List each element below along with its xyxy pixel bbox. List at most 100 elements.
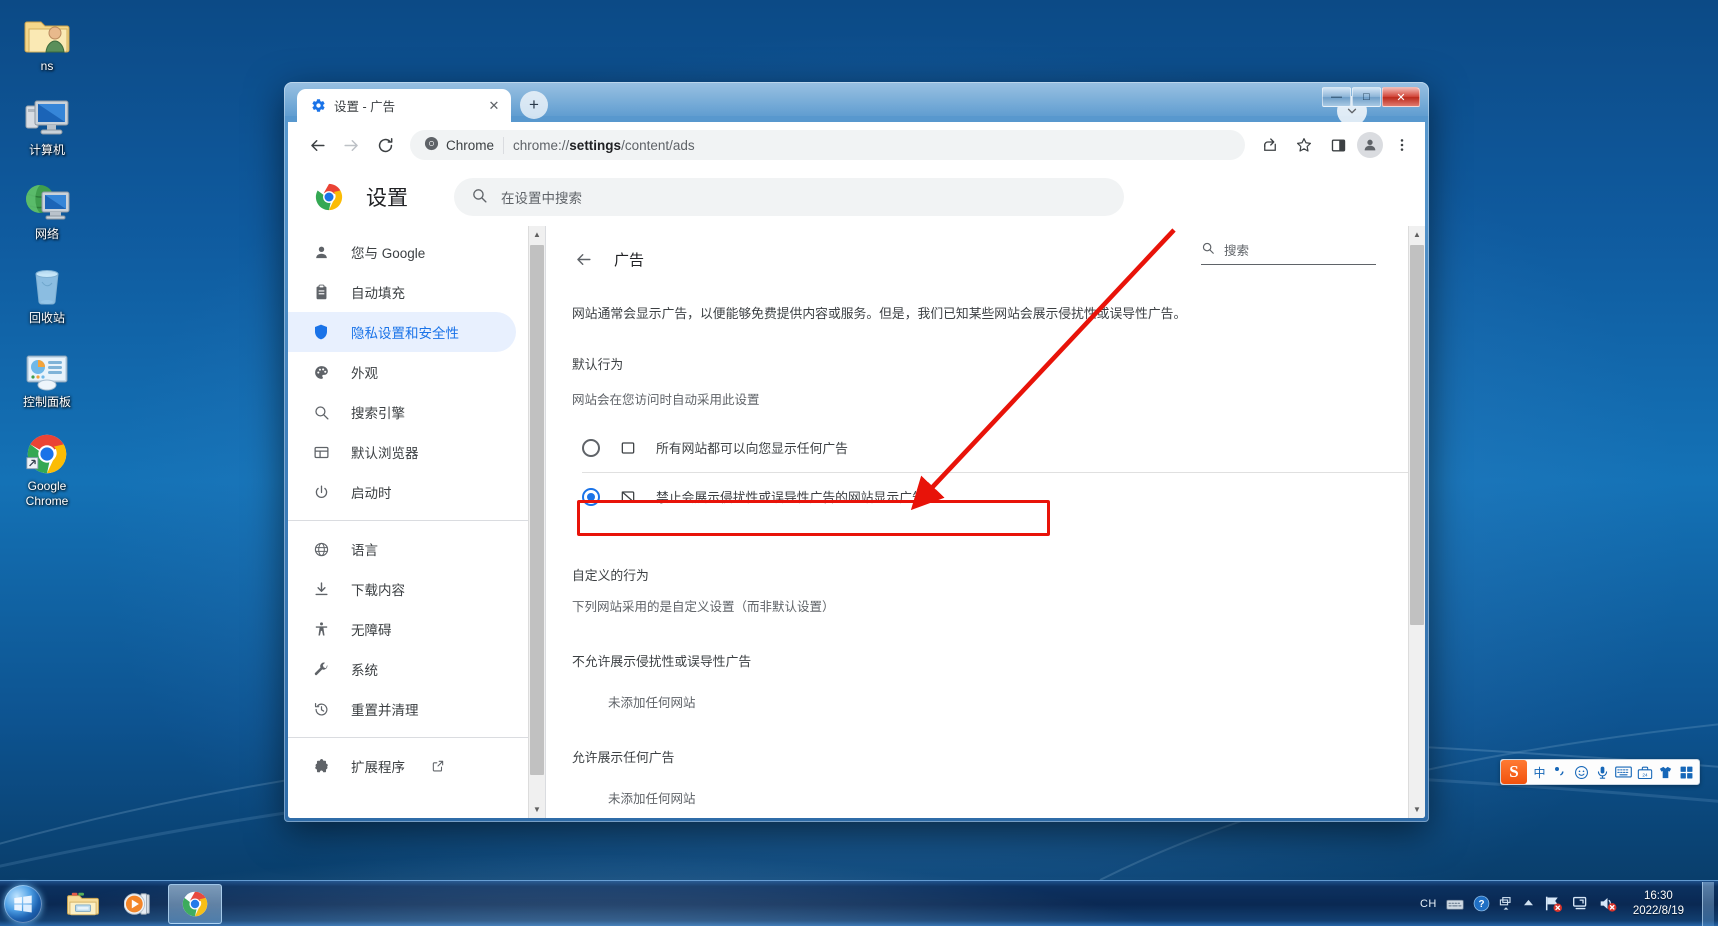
tray-language-indicator[interactable]: CH (1420, 898, 1437, 910)
three-dot-menu-icon[interactable] (1387, 130, 1417, 160)
sidebar-scrollbar[interactable]: ▲ ▼ (528, 226, 545, 818)
sidebar-scroll-area: 您与 Google 自动填充 隐私设置和安全性 外观 搜索引擎 默认浏览器 启动… (288, 226, 528, 818)
sidebar-item-you-and-google[interactable]: 您与 Google (288, 232, 516, 272)
keyboard-tray-icon[interactable] (1446, 897, 1464, 911)
taskbar-quick-launch (56, 883, 222, 924)
smiley-icon[interactable] (1571, 760, 1592, 784)
settings-gear-icon (310, 98, 326, 114)
show-desktop-button[interactable] (1702, 881, 1714, 926)
sidebar-item-label: 扩展程序 (351, 760, 405, 775)
skin-icon[interactable] (1655, 760, 1676, 784)
desktop-icon-label: Google Chrome (25, 479, 69, 508)
sidebar-item-on-startup[interactable]: 启动时 (288, 472, 516, 512)
start-button[interactable] (0, 882, 50, 926)
scroll-down-arrow-icon[interactable]: ▼ (529, 801, 545, 818)
radio-option-label: 所有网站都可以向您显示任何广告 (656, 441, 848, 457)
sidebar-item-label: 您与 Google (351, 246, 426, 261)
allow-group-empty-text: 未添加任何网站 (608, 791, 696, 806)
custom-behavior-heading: 自定义的行为 (572, 567, 649, 583)
sidebar-item-search-engine[interactable]: 搜索引擎 (288, 392, 516, 432)
back-button[interactable] (302, 130, 332, 160)
browser-content: Chrome chrome://settings/content/ads 设置 … (288, 122, 1425, 818)
desktop-icon-computer[interactable]: 计算机 (8, 90, 86, 158)
back-arrow-icon[interactable] (572, 248, 594, 270)
user-folder-icon (8, 6, 86, 56)
scroll-up-arrow-icon[interactable]: ▲ (1409, 226, 1425, 243)
sidebar-item-appearance[interactable]: 外观 (288, 352, 516, 392)
person-icon (311, 242, 331, 262)
new-tab-button[interactable]: + (520, 91, 548, 119)
maximize-button[interactable]: □ (1352, 87, 1381, 107)
minimize-button[interactable]: — (1322, 87, 1351, 107)
clipboard-icon (311, 282, 331, 302)
star-icon[interactable] (1289, 130, 1319, 160)
reload-button[interactable] (370, 130, 400, 160)
browser-tab-settings[interactable]: 设置 - 广告 ✕ (297, 89, 511, 122)
settings-sidebar: 您与 Google 自动填充 隐私设置和安全性 外观 搜索引擎 默认浏览器 启动… (288, 226, 528, 818)
scroll-up-arrow-icon[interactable]: ▲ (529, 226, 545, 243)
desktop-icon-ns[interactable]: ns (8, 6, 86, 74)
shield-icon (311, 322, 331, 342)
help-tray-icon[interactable]: ? (1473, 895, 1490, 912)
content-scrollbar-thumb[interactable] (1410, 245, 1424, 625)
radio-option-allow-all-ads[interactable]: 所有网站都可以向您显示任何广告 (546, 424, 1408, 472)
omnibox-divider (503, 136, 505, 154)
action-center-icon[interactable] (1572, 895, 1589, 912)
sidebar-item-label: 启动时 (351, 486, 392, 501)
desktop-icon-recycle-bin[interactable]: 回收站 (8, 258, 86, 326)
avatar-icon[interactable] (1357, 132, 1383, 158)
taskbar-clock[interactable]: 16:30 2022/8/19 (1626, 889, 1691, 918)
radio-option-block-intrusive-ads[interactable]: 禁止会展示侵扰性或误导性广告的网站显示广告 (582, 471, 1408, 521)
sidebar-item-languages[interactable]: 语言 (288, 529, 516, 569)
chinese-mode-icon[interactable]: 中 (1529, 760, 1550, 784)
sidebar-item-label: 系统 (351, 663, 378, 678)
punctuation-icon[interactable] (1550, 760, 1571, 784)
omnibox-chip-label: Chrome (446, 137, 495, 153)
forward-button[interactable] (336, 130, 366, 160)
side-panel-icon[interactable] (1323, 130, 1353, 160)
scroll-down-arrow-icon[interactable]: ▼ (1409, 801, 1425, 818)
network-error-icon[interactable] (1544, 895, 1563, 912)
sidebar-item-privacy-and-security[interactable]: 隐私设置和安全性 (288, 312, 516, 352)
close-button[interactable]: ✕ (1382, 87, 1420, 107)
toolbox-icon[interactable]: 24 (1634, 760, 1655, 784)
radio-button[interactable] (582, 487, 600, 506)
taskbar-item-explorer[interactable] (56, 884, 110, 924)
sidebar-item-extensions[interactable]: 扩展程序 (288, 746, 516, 786)
palette-icon (311, 362, 331, 382)
clock-time: 16:30 (1644, 890, 1673, 903)
tab-close-icon[interactable]: ✕ (485, 97, 503, 115)
accessibility-icon (311, 619, 331, 639)
volume-mute-icon[interactable] (1598, 895, 1617, 912)
share-icon[interactable] (1255, 130, 1285, 160)
sidebar-item-default-browser[interactable]: 默认浏览器 (288, 432, 516, 472)
desktop-icon-google-chrome[interactable]: Google Chrome (8, 426, 86, 509)
desktop-icon-control-panel[interactable]: 控制面板 (8, 342, 86, 410)
apps-grid-icon[interactable] (1676, 760, 1697, 784)
address-bar[interactable]: Chrome chrome://settings/content/ads (410, 130, 1245, 160)
sidebar-scrollbar-thumb[interactable] (530, 245, 544, 775)
sidebar-item-downloads[interactable]: 下载内容 (288, 569, 516, 609)
content-scrollbar[interactable]: ▲ ▼ (1408, 226, 1425, 818)
desktop-icon-label: 回收站 (28, 311, 65, 325)
show-hidden-icon[interactable] (1522, 899, 1535, 908)
sidebar-item-label: 默认浏览器 (351, 446, 419, 461)
settings-body: 您与 Google 自动填充 隐私设置和安全性 外观 搜索引擎 默认浏览器 启动… (288, 226, 1425, 818)
keyboard-icon[interactable] (1613, 760, 1634, 784)
sidebar-item-system[interactable]: 系统 (288, 649, 516, 689)
radio-button[interactable] (582, 438, 600, 457)
content-search-input[interactable]: 搜索 (1201, 240, 1376, 265)
sidebar-item-autofill[interactable]: 自动填充 (288, 272, 516, 312)
chrome-icon (8, 426, 86, 476)
desktop-icon-network[interactable]: 网络 (8, 174, 86, 242)
microphone-icon[interactable] (1592, 760, 1613, 784)
ads-radio-group: 所有网站都可以向您显示任何广告 禁止会展示侵扰性或误导性广告的网站显示广告 (546, 424, 1408, 521)
sidebar-item-label: 自动填充 (351, 286, 405, 301)
sogou-logo-icon[interactable]: S (1501, 760, 1527, 784)
taskbar-item-media-player[interactable] (112, 884, 166, 924)
monitor-tray-icon[interactable] (1499, 896, 1513, 912)
settings-search-input[interactable]: 在设置中搜索 (454, 177, 1124, 216)
sidebar-item-accessibility[interactable]: 无障碍 (288, 609, 516, 649)
sidebar-item-reset-and-cleanup[interactable]: 重置并清理 (288, 689, 516, 729)
taskbar-item-chrome[interactable] (168, 883, 222, 924)
